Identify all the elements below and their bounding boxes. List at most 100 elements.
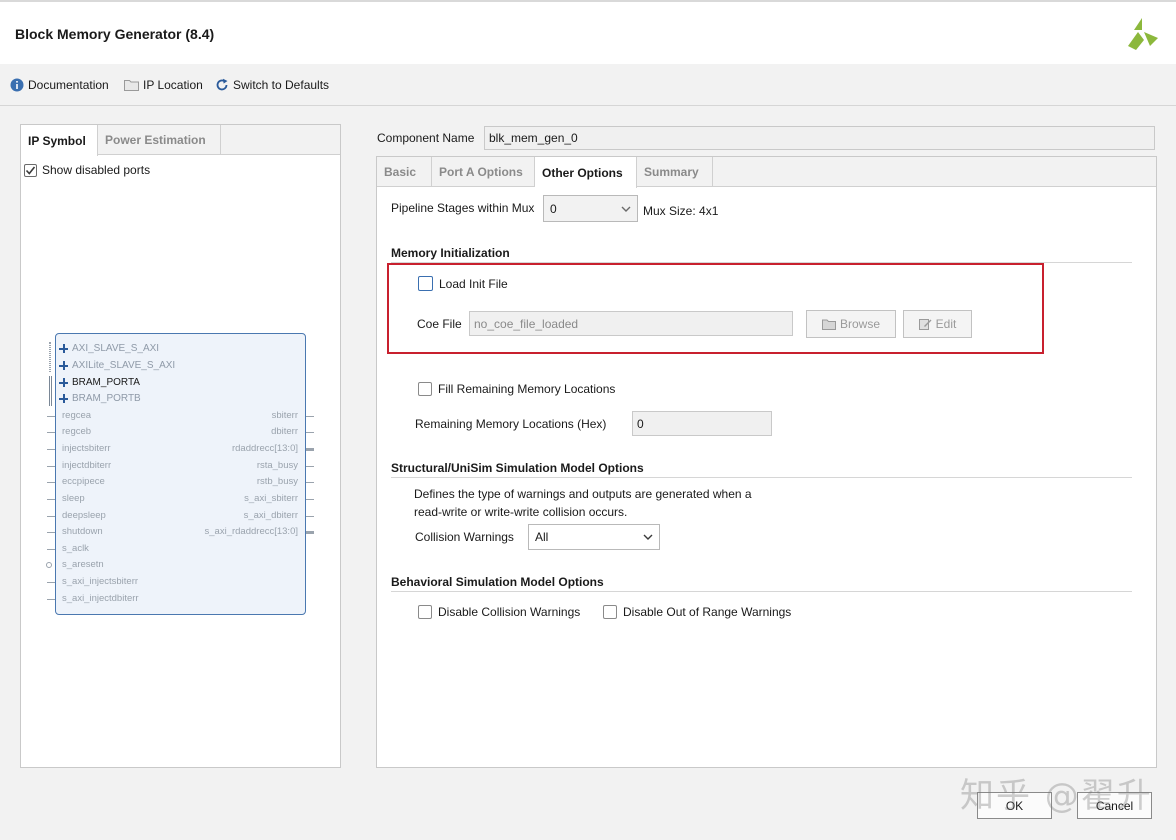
- pin-stub: [306, 482, 314, 483]
- pin-stub: [47, 482, 55, 483]
- fill-remaining-checkbox[interactable]: Fill Remaining Memory Locations: [418, 382, 615, 396]
- structural-heading: Structural/UniSim Simulation Model Optio…: [391, 461, 644, 475]
- pin-stub: [47, 449, 55, 450]
- checkbox-box[interactable]: [418, 382, 432, 396]
- active-low-bubble: [46, 562, 52, 568]
- pin-s-axi-injectsbiterr: s_axi_injectsbiterr: [62, 576, 139, 587]
- pin-stub: [47, 466, 55, 467]
- switch-defaults-label: Switch to Defaults: [233, 78, 330, 92]
- pin-s-axi-dbiterr: s_axi_dbiterr: [243, 510, 298, 521]
- highlight-annotation-box: [387, 263, 1044, 354]
- tab-ip-symbol[interactable]: IP Symbol: [21, 125, 98, 156]
- remaining-hex-label: Remaining Memory Locations (Hex): [415, 417, 607, 431]
- collision-warnings-select[interactable]: All: [528, 524, 660, 550]
- component-name-label: Component Name: [377, 131, 475, 145]
- bus-label: AXI_SLAVE_S_AXI: [72, 343, 160, 354]
- memory-init-heading: Memory Initialization: [391, 246, 510, 260]
- checkmark-icon: [25, 166, 36, 175]
- pin-stub: [306, 516, 314, 517]
- pin-s-axi-injectdbiterr: s_axi_injectdbiterr: [62, 593, 139, 604]
- bus-label: BRAM_PORTB: [72, 393, 141, 404]
- pin-stub: [47, 416, 55, 417]
- axi-bus-connector: [49, 342, 51, 372]
- pin-s-aresetn: s_aresetn: [62, 559, 104, 570]
- component-name-input[interactable]: blk_mem_gen_0: [484, 126, 1155, 150]
- pin-stub: [306, 416, 314, 417]
- documentation-label: Documentation: [28, 78, 109, 92]
- tab-basic[interactable]: Basic: [377, 157, 432, 187]
- ip-symbol-block: [55, 333, 306, 615]
- pin-stub: [306, 499, 314, 500]
- pin-sleep: sleep: [62, 493, 85, 504]
- xilinx-logo-icon: [1128, 18, 1158, 50]
- disable-collision-checkbox[interactable]: Disable Collision Warnings: [418, 605, 580, 619]
- bram-bus-connector: [49, 376, 52, 406]
- tab-other-options[interactable]: Other Options: [535, 157, 637, 188]
- tab-port-a-options[interactable]: Port A Options: [432, 157, 535, 187]
- pin-injectsbiterr: injectsbiterr: [62, 443, 111, 454]
- pipeline-stages-value: 0: [550, 201, 557, 216]
- bus-label: AXILite_SLAVE_S_AXI: [72, 360, 176, 371]
- pin-stub: [47, 549, 55, 550]
- bus-label: BRAM_PORTA: [72, 377, 140, 388]
- fill-remaining-label: Fill Remaining Memory Locations: [438, 382, 616, 396]
- pin-rdaddrecc: rdaddrecc[13:0]: [231, 443, 298, 454]
- pin-stub: [47, 432, 55, 433]
- collision-warnings-label: Collision Warnings: [415, 530, 514, 544]
- disable-collision-label: Disable Collision Warnings: [438, 605, 581, 619]
- pin-stub-bus: [306, 531, 314, 534]
- pin-eccpipece: eccpipece: [62, 476, 105, 487]
- window-title: Block Memory Generator (8.4): [15, 26, 215, 42]
- checkbox-box[interactable]: [603, 605, 617, 619]
- documentation-button[interactable]: Documentation: [10, 78, 109, 92]
- pin-regceb: regceb: [62, 426, 92, 437]
- bus-axilite-slave[interactable]: AXILite_SLAVE_S_AXI: [59, 360, 175, 371]
- bus-bram-porta[interactable]: BRAM_PORTA: [59, 377, 140, 388]
- expand-plus-icon[interactable]: [59, 361, 68, 370]
- disable-range-label: Disable Out of Range Warnings: [623, 605, 792, 619]
- ip-location-label: IP Location: [143, 78, 203, 92]
- structural-description-2: read-write or write-write collision occu…: [414, 505, 628, 519]
- pin-s-axi-sbiterr: s_axi_sbiterr: [244, 493, 298, 504]
- refresh-icon: [216, 78, 228, 91]
- ip-location-button[interactable]: IP Location: [124, 78, 203, 92]
- structural-description-1: Defines the type of warnings and outputs…: [414, 487, 752, 501]
- section-divider: [391, 477, 1132, 478]
- pipeline-stages-select[interactable]: 0: [543, 195, 638, 222]
- remaining-hex-input[interactable]: 0: [632, 411, 772, 436]
- chevron-down-icon: [643, 534, 653, 540]
- bus-axi-slave[interactable]: AXI_SLAVE_S_AXI: [59, 343, 159, 354]
- pin-shutdown: shutdown: [62, 526, 103, 537]
- tab-power-estimation[interactable]: Power Estimation: [98, 125, 221, 155]
- mux-size-text: Mux Size: 4x1: [643, 204, 719, 218]
- expand-plus-icon[interactable]: [59, 344, 68, 353]
- pin-dbiterr: dbiterr: [271, 426, 298, 437]
- pin-sbiterr: sbiterr: [271, 410, 298, 421]
- expand-plus-icon[interactable]: [59, 378, 68, 387]
- checkbox-box[interactable]: [24, 163, 37, 177]
- pin-stub: [47, 499, 55, 500]
- checkbox-box[interactable]: [418, 605, 432, 619]
- show-disabled-ports-checkbox[interactable]: Show disabled ports: [24, 163, 150, 177]
- pin-s-aclk: s_aclk: [62, 543, 89, 554]
- pin-stub: [47, 599, 55, 600]
- pin-stub-bus: [306, 448, 314, 451]
- behavioral-heading: Behavioral Simulation Model Options: [391, 575, 604, 589]
- expand-plus-icon[interactable]: [59, 394, 68, 403]
- disable-range-checkbox[interactable]: Disable Out of Range Warnings: [603, 605, 791, 619]
- pin-injectdbiterr: injectdbiterr: [62, 460, 112, 471]
- tab-summary[interactable]: Summary: [637, 157, 713, 187]
- bus-bram-portb[interactable]: BRAM_PORTB: [59, 393, 141, 404]
- switch-defaults-button[interactable]: Switch to Defaults: [215, 78, 329, 92]
- pin-stub: [47, 516, 55, 517]
- pin-stub: [306, 466, 314, 467]
- collision-warnings-value: All: [535, 530, 549, 544]
- pipeline-stages-label: Pipeline Stages within Mux: [391, 201, 535, 215]
- pin-stub: [306, 432, 314, 433]
- pin-rsta-busy: rsta_busy: [256, 460, 298, 471]
- section-divider: [391, 591, 1132, 592]
- show-disabled-ports-label: Show disabled ports: [42, 163, 151, 177]
- pin-deepsleep: deepsleep: [62, 510, 106, 521]
- info-icon: [10, 78, 24, 92]
- pin-stub: [47, 532, 55, 533]
